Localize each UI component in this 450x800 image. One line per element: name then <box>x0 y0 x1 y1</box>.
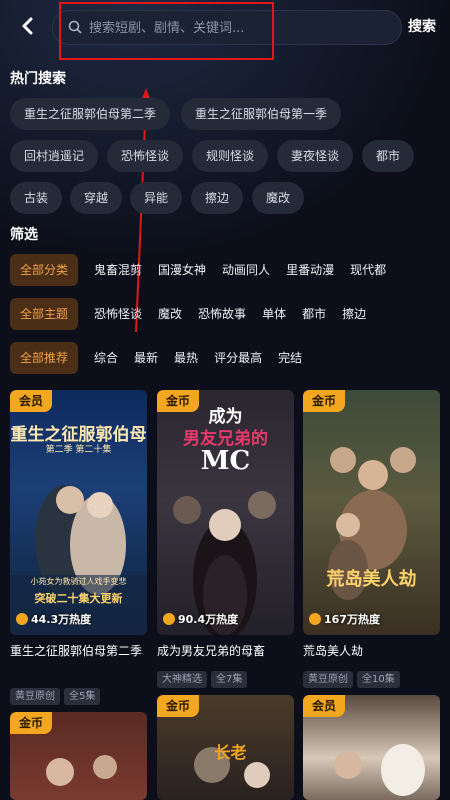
heat-count-text: 44.3万热度 <box>31 613 92 626</box>
hot-search-chip[interactable]: 规则怪谈 <box>192 140 269 172</box>
card-tag: 全10集 <box>357 671 400 688</box>
hot-search-chip[interactable]: 妻夜怪谈 <box>277 140 354 172</box>
hot-search-chip[interactable]: 重生之征服郭伯母第一季 <box>181 98 342 130</box>
filter-option[interactable]: 魔改 <box>158 298 182 330</box>
card-title[interactable]: 成为男友兄弟的母畜 <box>157 643 294 660</box>
coin-badge: 金币 <box>303 390 346 412</box>
drama-card[interactable]: 长老 金币 <box>157 695 294 800</box>
filter-option-active[interactable]: 全部分类 <box>10 254 79 286</box>
filter-option[interactable]: 评分最高 <box>214 342 262 374</box>
coin-badge: 金币 <box>10 712 53 734</box>
poster-artwork <box>328 447 416 600</box>
drama-card[interactable]: 会员 <box>303 695 440 800</box>
poster-subtitle-text: 第二季 第二十集 <box>45 445 112 455</box>
coin-badge: 金币 <box>157 390 200 412</box>
card-tag: 全7集 <box>211 671 248 688</box>
filter-row-theme: 全部主题 恐怖怪谈 魔改 恐怖故事 单体 都市 擦边 <box>10 298 450 330</box>
vip-badge: 会员 <box>10 390 53 412</box>
card-tag: 大神精选 <box>157 671 207 688</box>
hot-search-chip[interactable]: 魔改 <box>252 182 305 214</box>
poster-image: 荒岛美人劫 金币 167万热度 <box>303 390 440 635</box>
filter-option[interactable]: 擦边 <box>342 298 366 330</box>
poster-image: 重生之征服郭伯母 第二季 第二十集 小苑女为救骑过人戏手变悲 突破二十集大更新 … <box>10 390 147 635</box>
poster-title-text: 荒岛美人劫 <box>326 569 417 590</box>
card-title[interactable]: 重生之征服郭伯母第二季 <box>10 643 147 660</box>
search-input[interactable] <box>87 17 381 39</box>
hot-search-chip[interactable]: 古装 <box>10 182 63 214</box>
hot-search-chip[interactable]: 擦边 <box>191 182 244 214</box>
filter-option[interactable]: 最热 <box>174 342 198 374</box>
heat-count-text: 90.4万热度 <box>178 613 239 626</box>
poster-image: 成为 男友兄弟的 MC 金币 90.4万热度 <box>157 390 294 635</box>
heat-count-text: 167万热度 <box>324 613 380 626</box>
card-title[interactable]: 荒岛美人劫 <box>303 643 440 660</box>
drama-card[interactable]: 金币 <box>10 712 147 800</box>
vip-badge: 会员 <box>303 695 346 717</box>
poster-bottom-text: 突破二十集大更新 <box>34 592 123 605</box>
filter-option[interactable]: 恐怖故事 <box>198 298 246 330</box>
heat-icon <box>16 613 28 625</box>
filter-option[interactable]: 里番动漫 <box>286 254 334 286</box>
hot-search-chip[interactable]: 回村逍遥记 <box>10 140 99 172</box>
poster-image: 金币 <box>10 712 147 800</box>
card-tag: 全5集 <box>64 688 101 705</box>
search-box[interactable] <box>52 10 402 45</box>
back-arrow-icon[interactable] <box>14 12 42 40</box>
heat-icon <box>163 613 175 625</box>
drama-card[interactable]: 荒岛美人劫 金币 167万热度 荒岛美人劫 黄豆原创 全10集 <box>303 390 440 690</box>
poster-title-text: 长老 <box>214 743 247 762</box>
filter-title: 筛选 <box>10 227 38 243</box>
hot-search-chip[interactable]: 都市 <box>362 140 415 172</box>
card-tag: 黄豆原创 <box>303 671 353 688</box>
filter-option[interactable]: 国漫女神 <box>158 254 206 286</box>
filter-option[interactable]: 都市 <box>302 298 326 330</box>
filter-option[interactable]: 综合 <box>94 342 118 374</box>
card-tag: 黄豆原创 <box>10 688 60 705</box>
filter-row-category: 全部分类 鬼畜混剪 国漫女神 动画同人 里番动漫 现代都 <box>10 254 450 286</box>
search-header: 搜索 <box>0 0 450 54</box>
drama-card[interactable]: 重生之征服郭伯母 第二季 第二十集 小苑女为救骑过人戏手变悲 突破二十集大更新 … <box>10 390 147 705</box>
filter-option[interactable]: 最新 <box>134 342 158 374</box>
heat-count: 44.3万热度 <box>16 611 91 627</box>
coin-badge: 金币 <box>157 695 200 717</box>
filter-option[interactable]: 恐怖怪谈 <box>94 298 142 330</box>
filter-option[interactable]: 单体 <box>262 298 286 330</box>
filter-option-active[interactable]: 全部推荐 <box>10 342 79 374</box>
heat-count: 167万热度 <box>309 611 380 627</box>
poster-banner-text: 小苑女为救骑过人戏手变悲 <box>30 577 127 586</box>
hot-search-chip[interactable]: 重生之征服郭伯母第二季 <box>10 98 171 130</box>
heat-icon <box>309 613 321 625</box>
heat-count: 90.4万热度 <box>163 611 238 627</box>
drama-card[interactable]: 成为 男友兄弟的 MC 金币 90.4万热度 成为男友兄弟的母畜 大神精选 全7集 <box>157 390 294 690</box>
poster-image: 长老 金币 <box>157 695 294 800</box>
filter-option-active[interactable]: 全部主题 <box>10 298 79 330</box>
hot-search-title: 热门搜索 <box>10 71 66 87</box>
search-button[interactable]: 搜索 <box>408 16 436 36</box>
card-tags: 黄豆原创 全5集 <box>10 684 147 705</box>
hot-search-chip[interactable]: 穿越 <box>70 182 123 214</box>
filter-option[interactable]: 现代都 <box>350 254 386 286</box>
hot-search-chip[interactable]: 恐怖怪谈 <box>107 140 184 172</box>
filter-option[interactable]: 动画同人 <box>222 254 270 286</box>
hot-search-chip[interactable]: 异能 <box>130 182 183 214</box>
poster-title-text: MC <box>200 446 251 476</box>
filter-row-recommend: 全部推荐 综合 最新 最热 评分最高 完结 <box>10 342 450 374</box>
card-tags: 黄豆原创 全10集 <box>303 667 440 688</box>
card-tags: 大神精选 全7集 <box>157 667 294 688</box>
filter-option[interactable]: 完结 <box>278 342 302 374</box>
poster-image: 会员 <box>303 695 440 800</box>
search-icon <box>68 20 82 34</box>
filter-option[interactable]: 鬼畜混剪 <box>94 254 142 286</box>
